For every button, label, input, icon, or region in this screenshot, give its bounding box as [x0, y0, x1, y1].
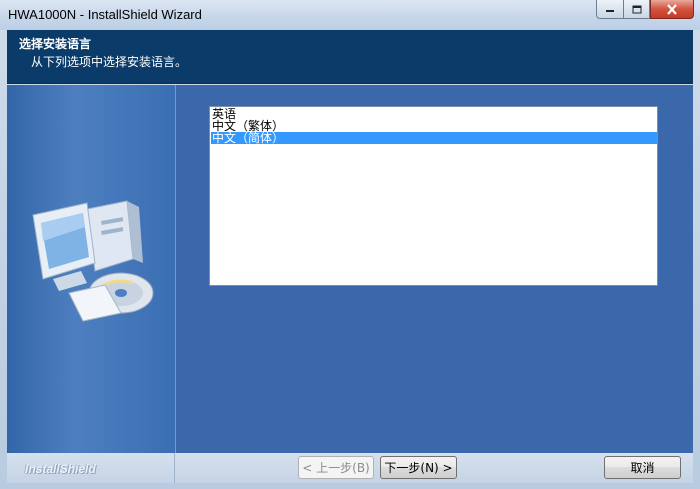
footer-divider [174, 453, 175, 483]
installshield-logo: InstallShield [25, 462, 96, 476]
header-banner: 选择安装语言 从下列选项中选择安装语言。 [7, 30, 693, 84]
page-subtitle: 从下列选项中选择安装语言。 [31, 55, 188, 69]
computer-with-cd-icon [32, 200, 154, 322]
window-title: HWA1000N - InstallShield Wizard [8, 7, 202, 22]
close-icon [667, 3, 677, 15]
minimize-icon [606, 10, 614, 12]
language-option-simplified-chinese[interactable]: 中文（简体） [211, 132, 657, 144]
wizard-footer: InstallShield < 上一步(B) 下一步(N) > 取消 [7, 453, 693, 483]
next-button[interactable]: 下一步(N) > [380, 456, 457, 479]
caption-buttons [596, 0, 694, 20]
close-button[interactable] [650, 0, 694, 19]
minimize-button[interactable] [596, 0, 623, 19]
cancel-button[interactable]: 取消 [604, 456, 681, 479]
title-bar[interactable]: HWA1000N - InstallShield Wizard [0, 0, 700, 30]
language-listbox[interactable]: 英语 中文（繁体） 中文（简体） [209, 106, 658, 286]
maximize-icon [632, 5, 641, 13]
installer-window: HWA1000N - InstallShield Wizard 选择安装语言 从… [0, 0, 700, 489]
page-title: 选择安装语言 [19, 37, 92, 51]
maximize-button[interactable] [623, 0, 650, 19]
back-button[interactable]: < 上一步(B) [298, 456, 374, 479]
left-graphic-panel [7, 85, 175, 453]
